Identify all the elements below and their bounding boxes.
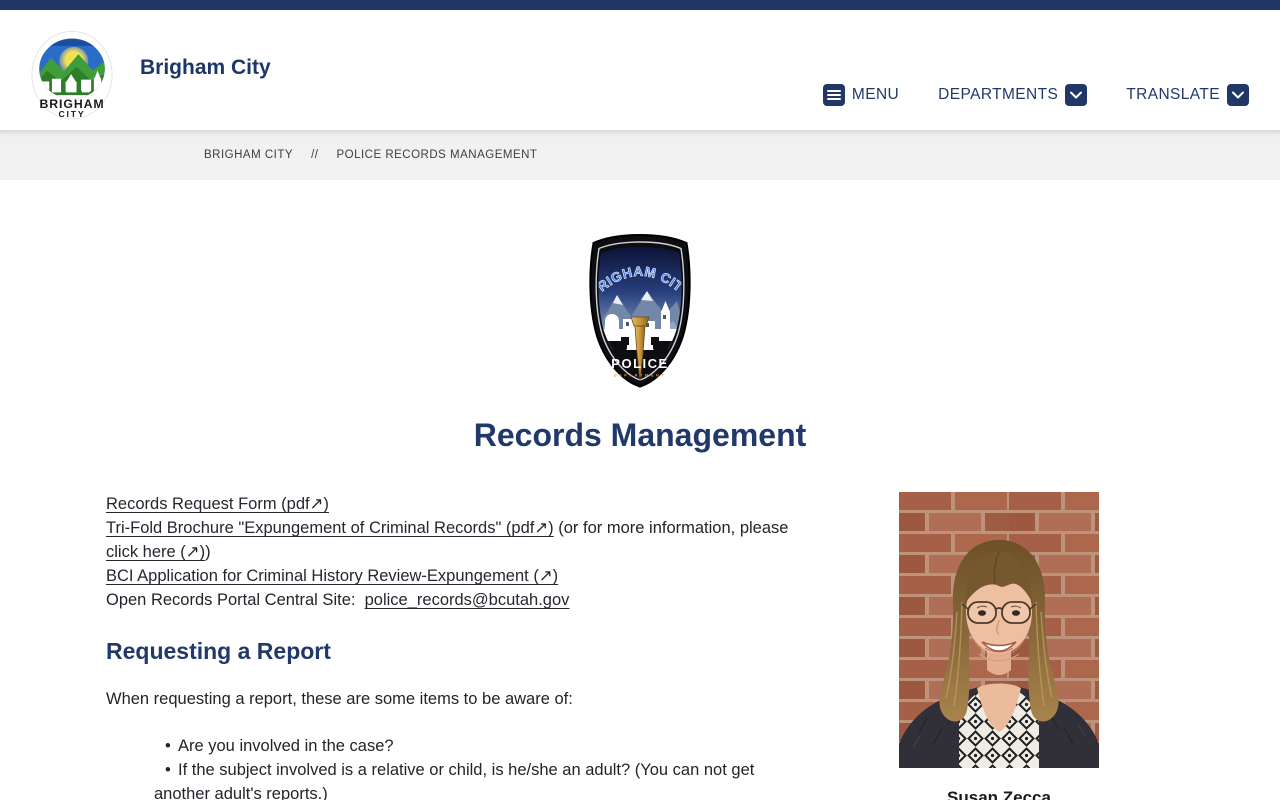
menu-label: MENU [851,86,900,103]
resource-line: Records Request Form (pdf↗) [106,492,801,516]
translate-dropdown[interactable]: TRANSLATE [1126,84,1249,106]
document-link[interactable]: Tri-Fold Brochure "Expungement of Crimin… [106,519,554,537]
police-badge-image: BRIGHAM CITY • POLICE • DEPARTMENT [0,233,1280,389]
resource-text: ) [205,543,211,561]
svg-text:CITY: CITY [59,109,86,119]
departments-label: DEPARTMENTS [938,86,1059,103]
document-link[interactable]: BCI Application for Criminal History Rev… [106,567,558,585]
resource-line: Tri-Fold Brochure "Expungement of Crimin… [106,516,801,564]
chevron-down-icon [1227,84,1249,106]
resource-links: Records Request Form (pdf↗) Tri-Fold Broc… [106,492,801,612]
document-link[interactable]: click here (↗) [106,543,205,561]
staff-name: Susan Zecca [947,788,1051,800]
breadcrumb-separator: // [311,149,319,161]
site-header: BRIGHAM CITY Brigham City MENU DEPARTMEN… [0,10,1280,130]
page-root: Contact Us Bill Pay [0,0,1280,800]
city-logo[interactable]: BRIGHAM CITY [31,30,113,127]
breadcrumb-home[interactable]: BRIGHAM CITY [204,149,293,161]
chevron-down-icon [1065,84,1088,106]
translate-label: TRANSLATE [1126,86,1220,103]
intro-paragraph: When requesting a report, these are some… [106,690,573,708]
content-row: Records Request Form (pdf↗) Tri-Fold Broc… [106,492,1099,800]
records-info-column: Records Request Form (pdf↗) Tri-Fold Broc… [106,492,801,800]
hamburger-icon [822,84,845,106]
resource-text: Open Records Portal Central Site: [106,591,365,609]
section-heading: Requesting a Report [106,638,331,664]
svg-text:DEPARTMENT: DEPARTMENT [614,373,666,378]
document-link[interactable]: Records Request Form (pdf↗) [106,495,329,513]
menu-button[interactable]: MENU [822,84,900,106]
main-nav: MENU DEPARTMENTS TRANSLATE [822,84,1249,106]
staff-photo-figure: Susan Zecca [899,492,1099,800]
resource-line: BCI Application for Criminal History Rev… [106,564,801,588]
staff-photo [899,492,1099,768]
document-link[interactable]: police_records@bcutah.gov [365,591,570,609]
site-title[interactable]: Brigham City [140,56,271,80]
resource-text: (or for more information, please [553,519,789,537]
bullet-item: If the subject involved is a relative or… [154,758,801,800]
bullet-item: Are you involved in the case? [154,734,801,758]
bullet-list: Are you involved in the case?If the subj… [106,734,801,800]
main-content: BRIGHAM CITY • POLICE • DEPARTMENT Recor… [0,180,1280,800]
breadcrumb: BRIGHAM CITY // POLICE RECORDS MANAGEMEN… [0,130,1280,180]
resource-line: Open Records Portal Central Site: police… [106,588,801,612]
departments-dropdown[interactable]: DEPARTMENTS [938,84,1088,106]
svg-text:• POLICE •: • POLICE • [600,356,680,371]
breadcrumb-current: POLICE RECORDS MANAGEMENT [336,149,538,161]
page-title: Records Management [473,417,807,453]
